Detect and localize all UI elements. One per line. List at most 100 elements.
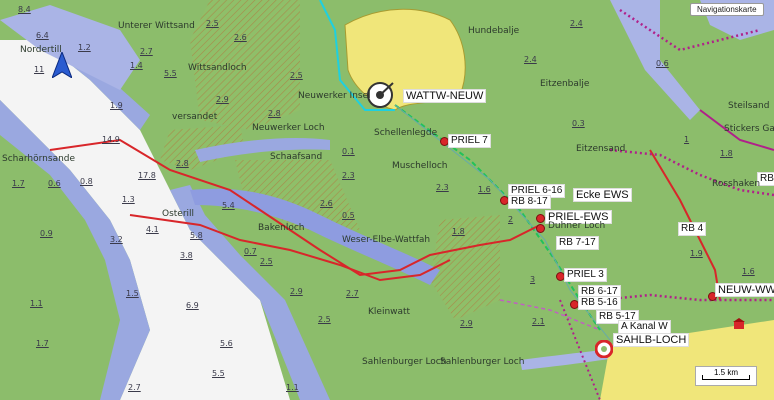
scale-bar-line	[702, 375, 750, 380]
place-scharhorn: Scharhörnsande	[2, 154, 76, 164]
place-schellenlegde: Schellenlegde	[374, 128, 438, 138]
depth-sounding: 1.7	[36, 339, 49, 348]
depth-sounding: 2.5	[318, 315, 331, 324]
depth-sounding: 2.9	[290, 287, 303, 296]
place-muschelloch: Muschelloch	[392, 161, 448, 171]
place-nordertill: Nordertill	[20, 45, 62, 55]
depth-sounding: 14.9	[102, 135, 120, 144]
depth-sounding: 2.6	[320, 199, 333, 208]
place-duhner-loch: Duhner Loch	[548, 221, 606, 231]
depth-sounding: 0.3	[572, 119, 585, 128]
depth-sounding: 1.9	[110, 101, 123, 110]
place-sahlenburger-loch-2: Sahlenburger Loch	[440, 357, 525, 367]
depth-sounding: 0.1	[342, 147, 355, 156]
depth-sounding: 0.9	[40, 229, 53, 238]
depth-sounding: 0.6	[656, 59, 669, 68]
depth-sounding: 1.8	[720, 149, 733, 158]
place-rosshaken: Rosshaken	[712, 179, 761, 189]
depth-sounding: 5.6	[220, 339, 233, 348]
depth-sounding: 6.9	[186, 301, 199, 310]
depth-sounding: 3	[530, 275, 536, 284]
depth-sounding: 3.8	[180, 251, 193, 260]
depth-sounding: 2.8	[176, 159, 189, 168]
depth-sounding: 4.1	[146, 225, 159, 234]
depth-sounding: 1	[684, 135, 690, 144]
depth-sounding: 1.3	[122, 195, 135, 204]
depth-sounding: 1.1	[30, 299, 43, 308]
place-kleinwatt: Kleinwatt	[368, 307, 411, 317]
waypoint-label-neuww[interactable]: NEUW-WW	[715, 283, 774, 297]
waypoint-label-rb717[interactable]: RB 7-17	[556, 236, 599, 250]
depth-sounding: 3.2	[110, 235, 123, 244]
scale-bar: 1.5 km	[695, 366, 757, 386]
depth-sounding: 2.1	[532, 317, 545, 326]
depth-sounding: 8.4	[18, 5, 31, 14]
waypoint-dot-prielews[interactable]	[536, 214, 545, 223]
depth-sounding: 1.2	[78, 43, 91, 52]
depth-sounding: 5.5	[164, 69, 177, 78]
waypoint-label-rb516[interactable]: RB 5-16	[578, 296, 621, 310]
depth-sounding: 1.1	[286, 383, 299, 392]
place-neuwerker-insel: Neuwerker Insel	[298, 91, 371, 101]
depth-sounding: 2.5	[206, 19, 219, 28]
depth-sounding: 1.8	[452, 227, 465, 236]
depth-sounding: 2	[508, 215, 514, 224]
depth-sounding: 1.9	[690, 249, 703, 258]
place-hundebalje: Hundebalje	[468, 26, 520, 36]
place-wittsandloch: Wittsandloch	[188, 63, 247, 73]
depth-sounding: 2.3	[342, 171, 355, 180]
map-mode-badge[interactable]: Navigationskarte	[690, 3, 764, 16]
waypoint-label-kanal[interactable]: A Kanal W	[618, 320, 671, 334]
depth-sounding: 2.8	[268, 109, 281, 118]
depth-sounding: 2.7	[346, 289, 359, 298]
depth-sounding: 2.6	[234, 33, 247, 42]
lifebuoy-icon[interactable]	[595, 340, 613, 358]
depth-sounding: 2.9	[460, 319, 473, 328]
chart-map[interactable]: Navigationskarte WATTW-NEUW PRIEL 7 PRIE…	[0, 0, 774, 400]
depth-sounding: 1.6	[742, 267, 755, 276]
depth-sounding: 5.8	[190, 231, 203, 240]
depth-sounding: 5.4	[222, 201, 235, 210]
depth-sounding: 0.5	[342, 211, 355, 220]
place-weser-elbe: Weser-Elbe-Wattfah	[342, 235, 431, 245]
place-stickers-gat: Stickers Gat	[724, 124, 774, 134]
depth-sounding: 2.7	[128, 383, 141, 392]
depth-sounding: 1.5	[126, 289, 139, 298]
waypoint-label-sahlb[interactable]: SAHLB-LOCH	[613, 333, 690, 347]
waypoint-label-wattw[interactable]: WATTW-NEUW	[403, 89, 487, 103]
waypoint-label-priel7[interactable]: PRIEL 7	[448, 134, 491, 148]
place-versandet: versandet	[172, 112, 218, 122]
place-neuwerker-loch: Neuwerker Loch	[252, 123, 325, 133]
waypoint-dot-ecke[interactable]	[536, 224, 545, 233]
place-steilsand: Steilsand	[728, 101, 770, 111]
waypoint-label-rb4[interactable]: RB 4	[678, 222, 707, 236]
depth-sounding: 11	[34, 65, 45, 74]
depth-sounding: 2.4	[524, 55, 537, 64]
place-eitzenbalje: Eitzenbalje	[540, 79, 590, 89]
depth-sounding: 0.6	[48, 179, 61, 188]
waypoint-label-priel3[interactable]: PRIEL 3	[564, 268, 607, 282]
place-eitzensand: Eitzensand	[576, 144, 626, 154]
depth-sounding: 0.8	[80, 177, 93, 186]
place-unterer-wittsand: Unterer Wittsand	[118, 21, 195, 31]
depth-sounding: 5.5	[212, 369, 225, 378]
depth-sounding: 1.4	[130, 61, 143, 70]
waypoint-label-eckeews[interactable]: Ecke EWS	[573, 188, 632, 202]
depth-sounding: 1.6	[478, 185, 491, 194]
depth-sounding: 1.7	[12, 179, 25, 188]
position-arrow-icon	[52, 52, 72, 78]
depth-sounding: 2.9	[216, 95, 229, 104]
depth-sounding: 2.5	[260, 257, 273, 266]
waypoint-label-rb817[interactable]: RB 8-17	[508, 195, 551, 209]
depth-sounding: 0.7	[244, 247, 257, 256]
place-osterill: Osterill	[162, 209, 195, 219]
depth-sounding: 6.4	[36, 31, 49, 40]
depth-sounding: 17.8	[138, 171, 156, 180]
depth-sounding: 2.5	[290, 71, 303, 80]
place-sahlenburger-loch-1: Sahlenburger Loch	[362, 357, 447, 367]
depth-sounding: 2.4	[570, 19, 583, 28]
depth-sounding: 2.3	[436, 183, 449, 192]
building-icon	[733, 318, 745, 329]
place-schaafsand: Schaafsand	[270, 152, 323, 162]
depth-sounding: 2.7	[140, 47, 153, 56]
